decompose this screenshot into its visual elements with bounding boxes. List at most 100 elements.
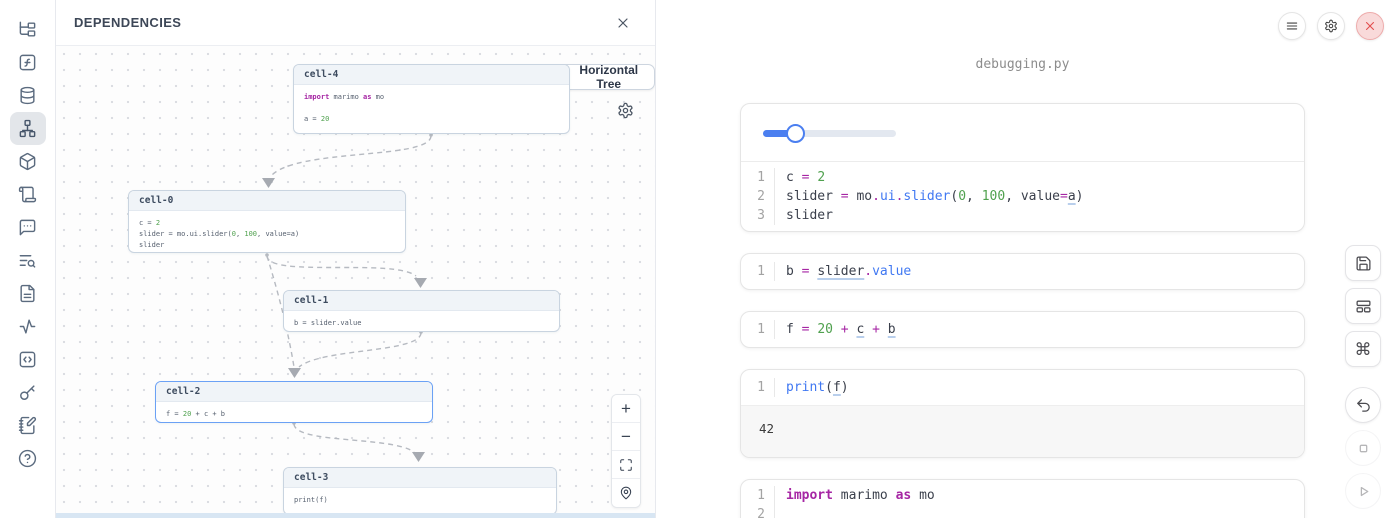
file-text-icon xyxy=(18,284,37,303)
code-editor[interactable]: 1f = 20 + c + b xyxy=(741,312,1304,347)
zoom-in-button-glyph: + xyxy=(621,400,631,417)
cell-output: 42 xyxy=(741,405,1304,457)
slider-widget[interactable] xyxy=(763,130,896,137)
panel-title: DEPENDENCIES xyxy=(74,15,181,30)
node-title: cell-3 xyxy=(284,468,556,488)
dependencies-panel: DEPENDENCIES Mini MapVertical TreeHorizo… xyxy=(56,0,656,518)
code-editor[interactable]: 1b = slider.value xyxy=(741,254,1304,289)
notebook-menu-button[interactable] xyxy=(1278,12,1306,40)
fit-view-button[interactable] xyxy=(612,451,640,479)
cell-print: 1print(f)42 xyxy=(740,369,1305,458)
save-icon xyxy=(1355,255,1372,272)
line-numbers: 123 xyxy=(741,168,775,225)
graph-zoom-controls: +− xyxy=(611,394,641,508)
graph-node-cell-3[interactable]: cell-3print(f) xyxy=(283,467,557,515)
function-square-icon xyxy=(18,53,37,72)
stop-button xyxy=(1345,430,1381,466)
box-icon xyxy=(18,152,37,171)
slider-thumb[interactable] xyxy=(786,124,805,143)
close-icon xyxy=(615,15,635,31)
code-lines: f = 20 + c + b xyxy=(775,320,896,339)
line-numbers: 1 xyxy=(741,320,775,339)
keyboard-shortcuts-button[interactable]: ⌘ xyxy=(1345,331,1381,367)
line-numbers: 1 xyxy=(741,262,775,281)
node-title: cell-2 xyxy=(156,382,432,402)
panel-chat[interactable] xyxy=(10,211,46,244)
node-code: c = 2slider = mo.ui.slider(0, 100, value… xyxy=(129,211,405,253)
notebook-filename[interactable]: debugging.py xyxy=(740,57,1305,72)
key-icon xyxy=(18,383,37,402)
panel-scratchpad[interactable] xyxy=(10,409,46,442)
node-code: b = slider.value xyxy=(284,311,559,332)
save-button[interactable] xyxy=(1345,245,1381,281)
tree-icon xyxy=(18,20,37,39)
panel-outline-search[interactable] xyxy=(10,244,46,277)
stop-icon xyxy=(1355,440,1372,457)
gear-icon xyxy=(617,102,635,119)
panel-bottom-scrollbar[interactable] xyxy=(56,513,655,518)
node-code: f = 20 + c + b xyxy=(156,402,432,423)
shutdown-button[interactable] xyxy=(1356,12,1384,40)
graph-node-cell-1[interactable]: cell-1b = slider.value xyxy=(283,290,560,332)
database-icon xyxy=(18,86,37,105)
maximize-icon xyxy=(619,458,633,472)
node-code: import marimo as mo a = 20 xyxy=(294,85,569,132)
line-numbers: 12 xyxy=(741,486,775,518)
panel-variables[interactable] xyxy=(10,46,46,79)
dependency-graph-canvas[interactable]: Mini MapVertical TreeHorizontal Tree +− … xyxy=(56,46,655,518)
graph-node-cell-2[interactable]: cell-2f = 20 + c + b xyxy=(155,381,433,423)
zoom-out-button-glyph: − xyxy=(621,428,631,445)
network-icon xyxy=(18,119,37,138)
panel-file-explorer[interactable] xyxy=(10,13,46,46)
code-editor[interactable]: 12import marimo as mo xyxy=(741,480,1304,518)
line-numbers: 1 xyxy=(741,378,775,397)
panel-snippets[interactable] xyxy=(10,343,46,376)
panel-logs[interactable] xyxy=(10,178,46,211)
panel-datasources[interactable] xyxy=(10,79,46,112)
notebook-settings-button[interactable] xyxy=(1317,12,1345,40)
node-code: print(f) xyxy=(284,488,556,513)
cell-f: 1f = 20 + c + b xyxy=(740,311,1305,348)
node-title: cell-1 xyxy=(284,291,559,311)
code-lines: c = 2slider = mo.ui.slider(0, 100, value… xyxy=(775,168,1083,225)
panel-tracing[interactable] xyxy=(10,310,46,343)
help-circle-icon xyxy=(18,449,37,468)
undo-icon xyxy=(1355,397,1372,414)
close-icon xyxy=(1363,19,1377,33)
helper-panel-sidebar xyxy=(0,0,56,518)
graph-settings-button[interactable] xyxy=(617,101,635,119)
locate-button[interactable] xyxy=(612,479,640,507)
zoom-in-button[interactable]: + xyxy=(612,395,640,423)
code-lines: import marimo as mo xyxy=(775,486,935,518)
notebook-pen-icon xyxy=(18,416,37,435)
code-editor[interactable]: 123c = 2slider = mo.ui.slider(0, 100, va… xyxy=(741,162,1304,231)
graph-node-cell-0[interactable]: cell-0c = 2slider = mo.ui.slider(0, 100,… xyxy=(128,190,406,253)
zoom-out-button[interactable]: − xyxy=(612,423,640,451)
panel-secrets[interactable] xyxy=(10,376,46,409)
cell-import: 12import marimo as mo xyxy=(740,479,1305,518)
undo-button[interactable] xyxy=(1345,387,1381,423)
close-panel-button[interactable] xyxy=(615,13,635,33)
panel-dependencies[interactable] xyxy=(10,112,46,145)
panel-documentation[interactable] xyxy=(10,277,46,310)
code-editor[interactable]: 1print(f) xyxy=(741,370,1304,405)
scroll-icon xyxy=(18,185,37,204)
notebook-action-buttons: ⌘ xyxy=(1345,245,1381,509)
notebook-area: debugging.py 123c = 2slider = mo.ui.slid… xyxy=(656,0,1400,518)
graph-node-cell-4[interactable]: cell-4import marimo as mo a = 20 xyxy=(293,64,570,134)
notebook-cells: 123c = 2slider = mo.ui.slider(0, 100, va… xyxy=(740,103,1305,518)
panel-packages[interactable] xyxy=(10,145,46,178)
layout-toggle-button[interactable] xyxy=(1345,288,1381,324)
layout-icon xyxy=(1355,298,1372,315)
menu-icon xyxy=(1285,19,1299,33)
code-lines: print(f) xyxy=(775,378,849,397)
panel-help[interactable] xyxy=(10,442,46,475)
dependencies-panel-header: DEPENDENCIES xyxy=(56,0,655,46)
cell-slider: 123c = 2slider = mo.ui.slider(0, 100, va… xyxy=(740,103,1305,232)
list-search-icon xyxy=(18,251,37,270)
code-square-icon xyxy=(18,350,37,369)
cell-b: 1b = slider.value xyxy=(740,253,1305,290)
notebook-header-buttons xyxy=(1278,12,1384,40)
map-pin-icon xyxy=(619,486,633,500)
chat-icon xyxy=(18,218,37,237)
